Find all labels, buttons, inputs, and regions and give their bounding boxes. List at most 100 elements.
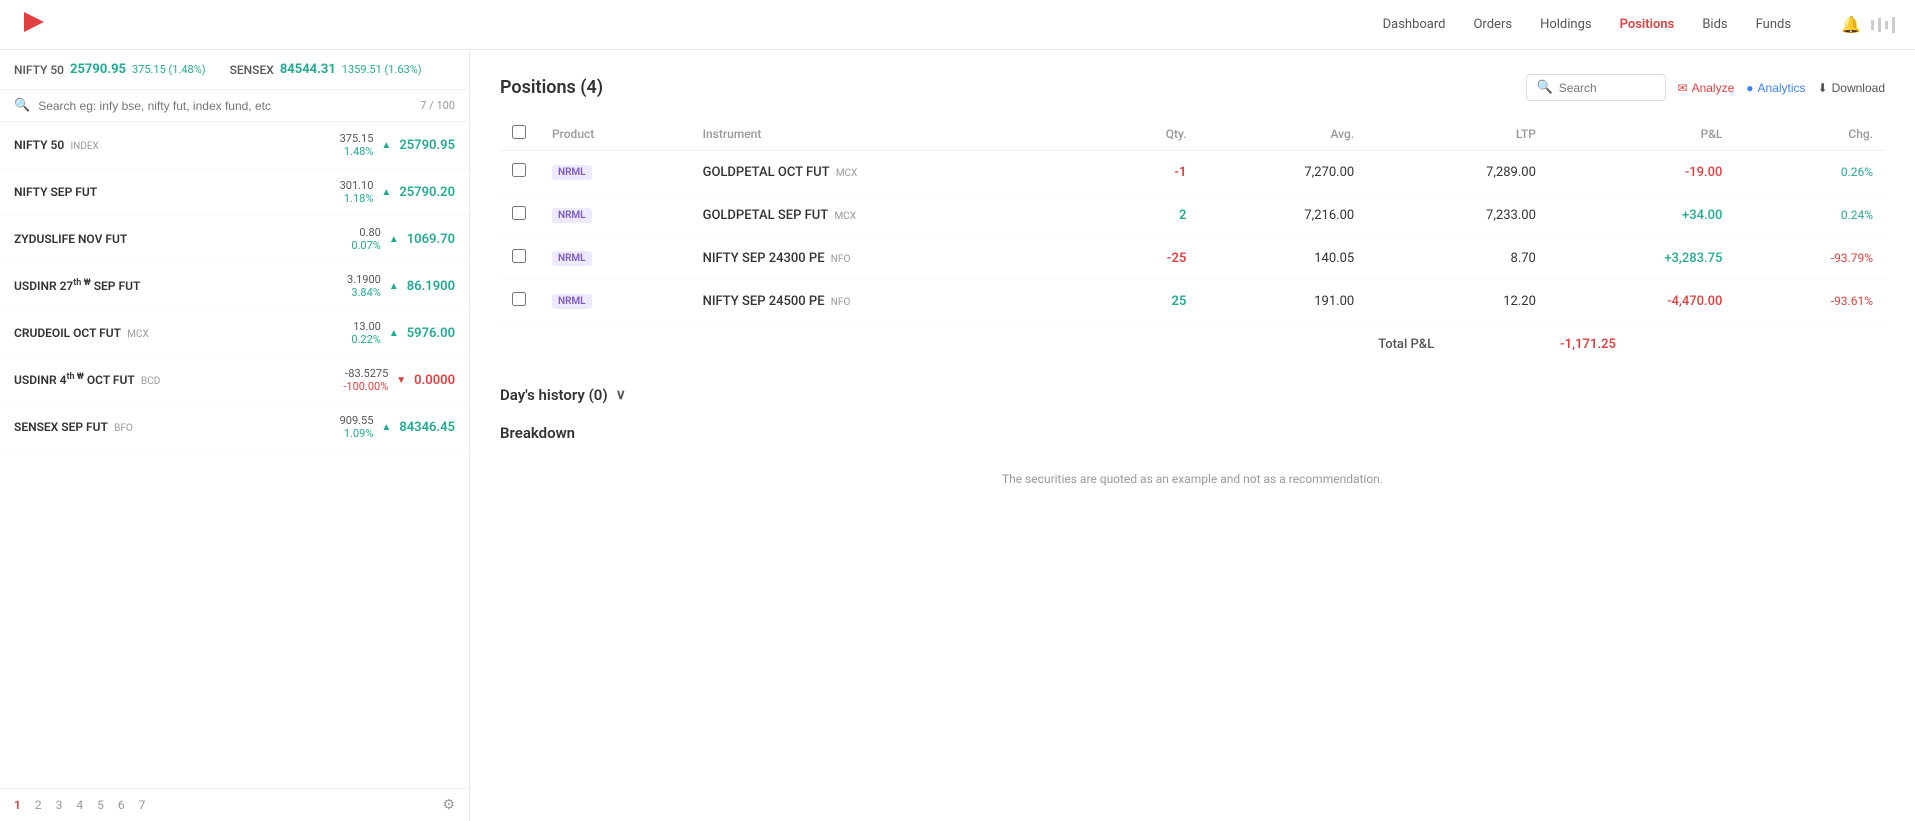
days-history-title: Day's history (0) bbox=[500, 386, 608, 404]
row3-product: NRML bbox=[540, 237, 691, 280]
nifty50-value: 25790.95 bbox=[70, 62, 126, 77]
top-nav: Dashboard Orders Holdings Positions Bids… bbox=[0, 0, 1915, 50]
total-pnl-label: Total P&L bbox=[1366, 323, 1548, 357]
nrml-badge: NRML bbox=[552, 208, 592, 223]
watchlist-item-niftysepfut[interactable]: NIFTY SEP FUT 301.10 1.18% ▲ 25790.20 bbox=[0, 169, 469, 216]
analytics-button[interactable]: ● Analytics bbox=[1746, 81, 1805, 95]
sidebar: NIFTY 50 25790.95 375.15 (1.48%) SENSEX … bbox=[0, 50, 470, 821]
nav-positions[interactable]: Positions bbox=[1620, 17, 1675, 32]
watch-name-usdinr27: USDINR 27th ₩ SEP FUT bbox=[14, 278, 140, 294]
mini-bar-4 bbox=[1892, 17, 1895, 33]
page-2[interactable]: 2 bbox=[35, 798, 42, 812]
sensex-value: 84544.31 bbox=[280, 62, 336, 77]
row3-avg: 140.05 bbox=[1198, 237, 1366, 280]
row4-instrument: NIFTY SEP 24500 PE NFO bbox=[691, 280, 1097, 323]
watch-name-zyduslife: ZYDUSLIFE NOV FUT bbox=[14, 232, 127, 247]
sidebar-search-input[interactable] bbox=[38, 99, 412, 113]
col-qty: Qty. bbox=[1097, 117, 1199, 151]
settings-icon[interactable]: ⚙ bbox=[442, 797, 455, 813]
days-history-section[interactable]: Day's history (0) ∨ bbox=[500, 386, 1885, 404]
table-row: NRML NIFTY SEP 24300 PE NFO -25 140.05 8… bbox=[500, 237, 1885, 280]
col-avg: Avg. bbox=[1198, 117, 1366, 151]
arrow-up-usdinr27: ▲ bbox=[389, 281, 399, 292]
watch-name-crudeoil: CRUDEOIL OCT FUT MCX bbox=[14, 326, 149, 341]
watch-name-sensexsepfut: SENSEX SEP FUT BFO bbox=[14, 420, 133, 435]
row4-checkbox[interactable] bbox=[512, 292, 526, 306]
nrml-badge: NRML bbox=[552, 294, 592, 309]
page-5[interactable]: 5 bbox=[97, 798, 104, 812]
watchlist-item-crudeoil[interactable]: CRUDEOIL OCT FUT MCX 13.00 0.22% ▲ 5976.… bbox=[0, 310, 469, 357]
watchlist-item-nifty50[interactable]: NIFTY 50 INDEX 375.15 1.48% ▲ 25790.95 bbox=[0, 122, 469, 169]
arrow-down-usdinr4: ▼ bbox=[396, 375, 406, 386]
main-content: Positions (4) 🔍 ✉ Analyze ● Analytics ⬇ … bbox=[470, 50, 1915, 821]
page-6[interactable]: 6 bbox=[118, 798, 125, 812]
row2-pnl: +34.00 bbox=[1548, 194, 1735, 237]
row3-checkbox[interactable] bbox=[512, 249, 526, 263]
header-actions: 🔍 ✉ Analyze ● Analytics ⬇ Download bbox=[1526, 74, 1885, 101]
row2-product: NRML bbox=[540, 194, 691, 237]
row4-pnl: -4,470.00 bbox=[1548, 280, 1735, 323]
watch-name-niftysepfut: NIFTY SEP FUT bbox=[14, 185, 97, 200]
mini-bar-1 bbox=[1871, 20, 1874, 30]
positions-search-input[interactable] bbox=[1559, 81, 1639, 95]
row2-checkbox-cell bbox=[500, 194, 540, 237]
download-label: Download bbox=[1832, 81, 1885, 95]
disclaimer-area: The securities are quoted as an example … bbox=[500, 472, 1885, 486]
row1-instrument: GOLDPETAL OCT FUT MCX bbox=[691, 151, 1097, 194]
page-1[interactable]: 1 bbox=[14, 798, 21, 812]
row2-qty: 2 bbox=[1097, 194, 1199, 237]
nav-funds[interactable]: Funds bbox=[1756, 17, 1791, 32]
col-product: Product bbox=[540, 117, 691, 151]
row3-ltp: 8.70 bbox=[1366, 237, 1548, 280]
nifty50-market: NIFTY 50 25790.95 375.15 (1.48%) bbox=[14, 62, 206, 77]
table-row: NRML GOLDPETAL SEP FUT MCX 2 7,216.00 7,… bbox=[500, 194, 1885, 237]
ltp-nifty50: 25790.95 bbox=[399, 138, 455, 153]
col-ltp: LTP bbox=[1366, 117, 1548, 151]
logo-icon[interactable] bbox=[20, 8, 48, 42]
nrml-badge: NRML bbox=[552, 251, 592, 266]
table-row: NRML GOLDPETAL OCT FUT MCX -1 7,270.00 7… bbox=[500, 151, 1885, 194]
row4-avg: 191.00 bbox=[1198, 280, 1366, 323]
search-count: 7 / 100 bbox=[420, 99, 455, 112]
watch-name-nifty50: NIFTY 50 INDEX bbox=[14, 138, 99, 153]
row2-instrument: GOLDPETAL SEP FUT MCX bbox=[691, 194, 1097, 237]
row3-pnl: +3,283.75 bbox=[1548, 237, 1735, 280]
row4-qty: 25 bbox=[1097, 280, 1199, 323]
watchlist-item-zyduslife[interactable]: ZYDUSLIFE NOV FUT 0.80 0.07% ▲ 1069.70 bbox=[0, 216, 469, 263]
row2-checkbox[interactable] bbox=[512, 206, 526, 220]
nav-bids[interactable]: Bids bbox=[1702, 17, 1727, 32]
watch-name-usdinr4: USDINR 4th ₩ OCT FUT BCD bbox=[14, 372, 160, 388]
nifty50-change: 375.15 (1.48%) bbox=[132, 63, 206, 76]
nrml-badge: NRML bbox=[552, 165, 592, 180]
watchlist-item-sensexsepfut[interactable]: SENSEX SEP FUT BFO 909.55 1.09% ▲ 84346.… bbox=[0, 404, 469, 451]
positions-search-box[interactable]: 🔍 bbox=[1526, 74, 1666, 101]
row1-checkbox[interactable] bbox=[512, 163, 526, 177]
nav-orders[interactable]: Orders bbox=[1473, 17, 1512, 32]
col-chg: Chg. bbox=[1734, 117, 1885, 151]
watchlist: NIFTY 50 INDEX 375.15 1.48% ▲ 25790.95 N… bbox=[0, 122, 469, 788]
nav-dashboard[interactable]: Dashboard bbox=[1383, 17, 1446, 32]
download-icon: ⬇ bbox=[1818, 81, 1828, 95]
bell-icon[interactable]: 🔔 bbox=[1841, 15, 1861, 34]
search-box-icon: 🔍 bbox=[1537, 80, 1553, 95]
row1-qty: -1 bbox=[1097, 151, 1199, 194]
download-button[interactable]: ⬇ Download bbox=[1818, 81, 1885, 95]
page-4[interactable]: 4 bbox=[76, 798, 83, 812]
page-3[interactable]: 3 bbox=[56, 798, 63, 812]
total-pnl-row: Total P&L -1,171.25 bbox=[500, 323, 1885, 357]
watchlist-item-usdinr27[interactable]: USDINR 27th ₩ SEP FUT 3.1900 3.84% ▲ 86.… bbox=[0, 263, 469, 310]
row3-checkbox-cell bbox=[500, 237, 540, 280]
arrow-up-zyduslife: ▲ bbox=[389, 234, 399, 245]
ltp-usdinr4: 0.0000 bbox=[414, 373, 455, 388]
nav-holdings[interactable]: Holdings bbox=[1540, 17, 1592, 32]
ltp-sensexsepfut: 84346.45 bbox=[399, 420, 455, 435]
select-all-checkbox[interactable] bbox=[512, 125, 526, 139]
watchlist-item-usdinr4[interactable]: USDINR 4th ₩ OCT FUT BCD -83.5275 -100.0… bbox=[0, 357, 469, 404]
main-layout: NIFTY 50 25790.95 375.15 (1.48%) SENSEX … bbox=[0, 50, 1915, 821]
chevron-down-icon: ∨ bbox=[616, 387, 626, 403]
table-row: NRML NIFTY SEP 24500 PE NFO 25 191.00 12… bbox=[500, 280, 1885, 323]
page-7[interactable]: 7 bbox=[139, 798, 146, 812]
nav-right: 🔔 bbox=[1841, 15, 1895, 34]
analyze-button[interactable]: ✉ Analyze bbox=[1678, 81, 1735, 95]
arrow-up-sensexsepfut: ▲ bbox=[381, 422, 391, 433]
